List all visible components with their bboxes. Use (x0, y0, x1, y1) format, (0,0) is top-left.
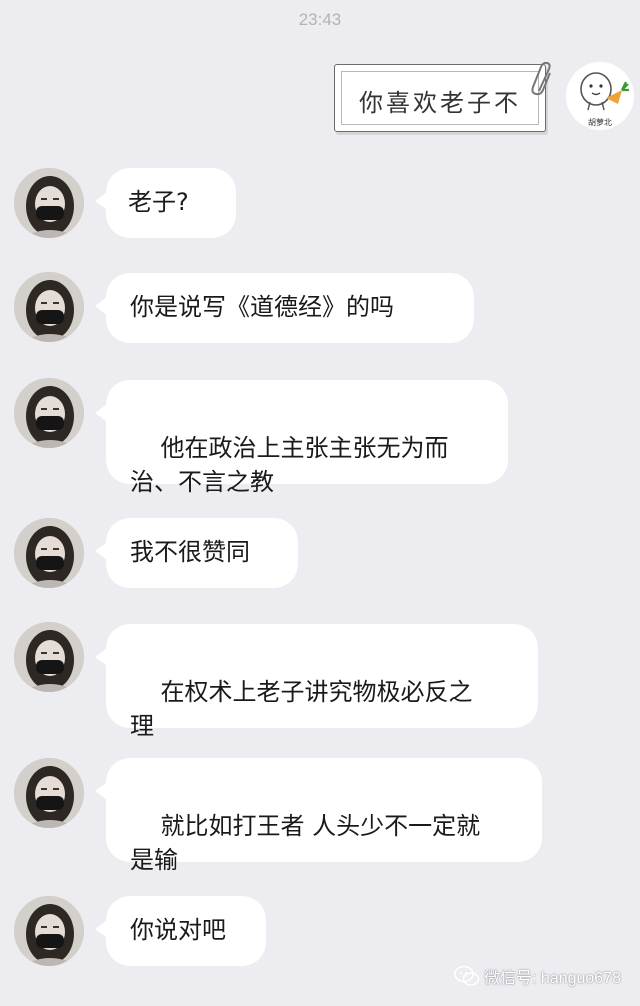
contact-avatar[interactable] (14, 378, 84, 448)
contact-avatar[interactable] (14, 168, 84, 238)
contact-avatar[interactable] (14, 622, 84, 692)
contact-photo-icon (14, 622, 84, 692)
received-message-bubble[interactable]: 你说对吧 (95, 896, 266, 966)
wechat-watermark: 微信号: hanguo678 (454, 964, 621, 988)
contact-photo-icon (14, 758, 84, 828)
received-message-text: 在权术上老子讲究物极必反之 理 (130, 678, 473, 740)
contact-avatar[interactable] (14, 518, 84, 588)
contact-photo-icon (14, 168, 84, 238)
contact-photo-icon (14, 272, 84, 342)
received-message-text: 你说对吧 (130, 916, 226, 944)
watermark-text: 微信号: hanguo678 (484, 970, 621, 987)
received-message-text: 老子? (128, 188, 189, 216)
contact-photo-icon (14, 896, 84, 966)
received-message-bubble[interactable]: 你是说写《道德经》的吗 (95, 273, 474, 343)
message-timestamp: 23:43 (298, 10, 342, 29)
avatar-caption: 胡萝北 (588, 118, 612, 127)
contact-avatar[interactable] (14, 758, 84, 828)
received-message-bubble[interactable]: 我不很赞同 (95, 518, 298, 588)
contact-photo-icon (14, 518, 84, 588)
contact-photo-icon (14, 378, 84, 448)
received-message-text: 我不很赞同 (130, 538, 250, 566)
received-message-text: 他在政治上主张主张无为而 治、不言之教 (130, 434, 449, 496)
contact-avatar[interactable] (14, 896, 84, 966)
sent-message-text: 你喜欢老子不 (359, 89, 521, 117)
sent-message-bubble[interactable]: 你喜欢老子不 (334, 61, 551, 132)
wechat-logo-icon (454, 965, 480, 986)
received-message-bubble[interactable]: 他在政治上主张主张无为而 治、不言之教 (95, 380, 508, 496)
sent-avatar[interactable]: 胡萝北 (566, 62, 634, 130)
received-message-text: 就比如打王者 人头少不一定就 是输 (130, 812, 481, 874)
received-message-bubble[interactable]: 老子? (95, 168, 236, 238)
received-message-bubble[interactable]: 就比如打王者 人头少不一定就 是输 (95, 758, 542, 874)
contact-avatar[interactable] (14, 272, 84, 342)
received-message-text: 你是说写《道德经》的吗 (130, 293, 394, 321)
paperclip-icon (531, 61, 551, 96)
chat-screen: 23:43 你喜欢老子不 胡萝北 老子? 你是说写《道德经》的吗 他在政治上主张… (0, 0, 640, 1006)
received-message-bubble[interactable]: 在权术上老子讲究物极必反之 理 (95, 624, 538, 740)
